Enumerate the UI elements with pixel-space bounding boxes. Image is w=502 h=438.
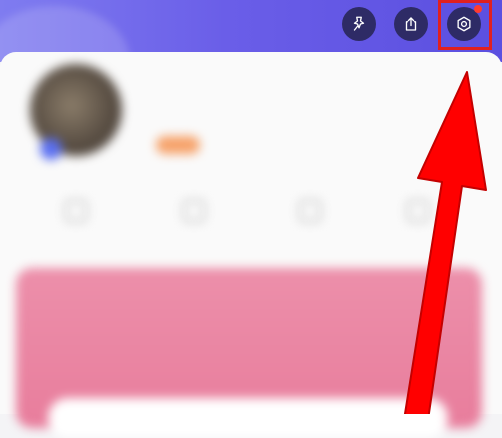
profile-tag — [156, 136, 200, 154]
promo-button[interactable] — [48, 398, 448, 438]
avatar-badge — [40, 138, 62, 160]
pin-icon — [353, 16, 365, 31]
stat-item-3[interactable] — [270, 200, 350, 232]
promo-banner[interactable] — [16, 268, 482, 438]
share-icon — [405, 17, 417, 31]
settings-highlight-box — [438, 0, 492, 50]
stat-icon — [407, 200, 429, 222]
share-button[interactable] — [394, 7, 428, 41]
stat-item-1[interactable] — [36, 200, 116, 232]
stat-icon — [299, 200, 321, 222]
stat-item-2[interactable] — [154, 200, 234, 232]
stat-icon — [183, 200, 205, 222]
stat-item-4[interactable] — [378, 200, 458, 232]
stat-icon — [65, 200, 87, 222]
pin-button[interactable] — [342, 7, 376, 41]
